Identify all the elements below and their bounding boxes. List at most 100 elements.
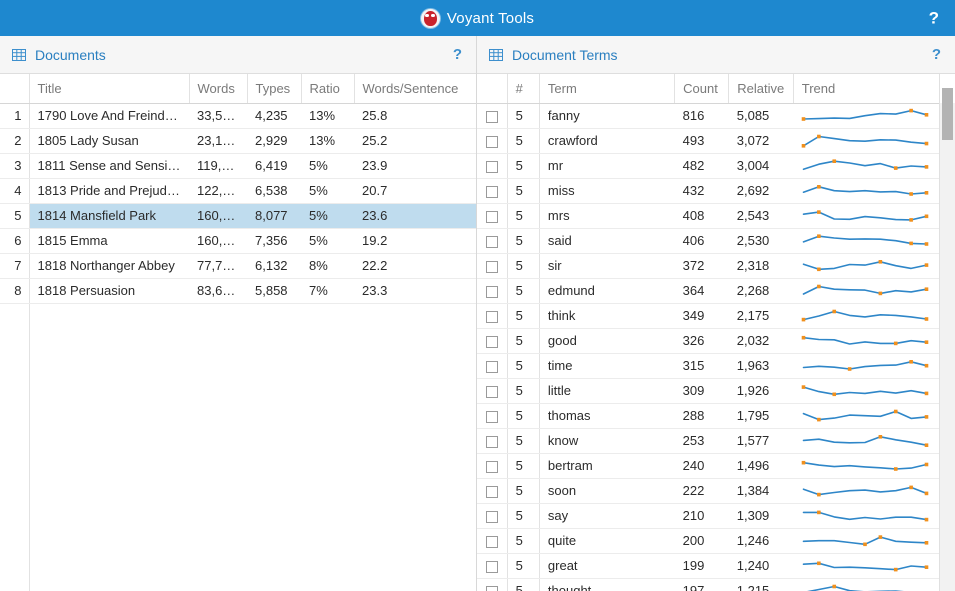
table-row[interactable]: 5 crawford 493 3,072 xyxy=(477,128,939,154)
trend-point-marker xyxy=(924,564,929,569)
table-row[interactable]: 8 1818 Persuasion 83,6… 5,858 7% 23.3 xyxy=(0,278,476,304)
col-header-doc-number[interactable]: # xyxy=(507,74,540,104)
term-checkbox[interactable] xyxy=(485,485,498,498)
document-row-ratio: 5% xyxy=(301,228,354,254)
scrollbar-thumb[interactable] xyxy=(941,88,953,140)
trend-point-marker xyxy=(909,191,914,196)
term-row-checkbox-cell xyxy=(477,353,508,379)
document-row-ratio: 5% xyxy=(301,203,354,229)
term-checkbox[interactable] xyxy=(485,285,498,298)
app-help-icon[interactable]: ? xyxy=(929,10,939,27)
table-row[interactable]: 7 1818 Northanger Abbey 77,7… 6,132 8% 22.2 xyxy=(0,253,476,279)
col-header-ratio[interactable]: Ratio xyxy=(301,74,355,104)
term-checkbox[interactable] xyxy=(485,385,498,398)
term-row-doc-number: 5 xyxy=(507,328,540,354)
documents-panel: Documents ? Title Words Types Ratio Word… xyxy=(0,36,477,591)
document-terms-table: # Term Count Relative Trend 5 fanny 816 5,0… xyxy=(477,74,939,591)
trend-point-marker xyxy=(924,339,929,344)
table-row[interactable]: 5 fanny 816 5,085 xyxy=(477,103,939,129)
col-header-words[interactable]: Words xyxy=(189,74,248,104)
term-checkbox[interactable] xyxy=(485,585,498,591)
documents-table-head: Title Words Types Ratio Words/Sentence xyxy=(0,74,476,104)
table-row[interactable]: 5 great 199 1,240 xyxy=(477,553,939,579)
term-checkbox[interactable] xyxy=(485,235,498,248)
table-row[interactable]: 5 miss 432 2,692 xyxy=(477,178,939,204)
documents-help-icon[interactable]: ? xyxy=(453,47,462,62)
document-row-types: 6,419 xyxy=(247,153,301,179)
term-checkbox[interactable] xyxy=(485,460,498,473)
col-header-checkbox[interactable] xyxy=(477,74,508,104)
table-row[interactable]: 5 little 309 1,926 xyxy=(477,378,939,404)
term-row-trend-cell xyxy=(793,453,939,479)
table-row[interactable]: 5 mrs 408 2,543 xyxy=(477,203,939,229)
document-terms-scrollbar[interactable] xyxy=(938,74,955,591)
table-row[interactable]: 6 1815 Emma 160,… 7,356 5% 19.2 xyxy=(0,228,476,254)
term-checkbox[interactable] xyxy=(485,510,498,523)
term-row-count: 210 xyxy=(674,503,729,529)
col-header-term[interactable]: Term xyxy=(539,74,676,104)
term-checkbox[interactable] xyxy=(485,360,498,373)
term-row-count: 199 xyxy=(674,553,729,579)
table-row[interactable]: 5 say 210 1,309 xyxy=(477,503,939,529)
term-checkbox[interactable] xyxy=(485,160,498,173)
table-row[interactable]: 5 sir 372 2,318 xyxy=(477,253,939,279)
term-checkbox[interactable] xyxy=(485,560,498,573)
document-terms-table-head: # Term Count Relative Trend xyxy=(477,74,939,104)
documents-panel-title: Documents xyxy=(35,46,106,63)
document-row-index: 4 xyxy=(0,178,30,204)
col-header-words-per-sentence[interactable]: Words/Sentence xyxy=(354,74,476,104)
term-row-relative: 3,004 xyxy=(728,153,794,179)
table-row[interactable]: 5 soon 222 1,384 xyxy=(477,478,939,504)
term-row-relative: 2,268 xyxy=(728,278,794,304)
trend-sparkline xyxy=(802,359,929,371)
term-row-term: crawford xyxy=(539,128,675,154)
table-row[interactable]: 5 thought 197 1,215 xyxy=(477,578,939,591)
table-row[interactable]: 5 mr 482 3,004 xyxy=(477,153,939,179)
table-row[interactable]: 5 1814 Mansfield Park 160,… 8,077 5% 23.6 xyxy=(0,203,476,229)
table-row[interactable]: 4 1813 Pride and Prejudice 122,… 6,538 5% 20.… xyxy=(0,178,476,204)
trend-sparkline xyxy=(802,485,929,496)
trend-point-marker xyxy=(909,217,914,222)
trend-point-marker xyxy=(924,190,929,195)
term-checkbox[interactable] xyxy=(485,335,498,348)
table-row[interactable]: 5 thomas 288 1,795 xyxy=(477,403,939,429)
table-row[interactable]: 3 1811 Sense and Sensi… 119,… 6,419 5% 23.9 xyxy=(0,153,476,179)
table-row[interactable]: 1 1790 Love And Freind… 33,5… 4,235 13% 25.8 xyxy=(0,103,476,129)
table-row[interactable]: 5 good 326 2,032 xyxy=(477,328,939,354)
col-header-title[interactable]: Title xyxy=(29,74,190,104)
term-row-count: 240 xyxy=(674,453,729,479)
term-row-trend-cell xyxy=(793,153,939,179)
col-header-types[interactable]: Types xyxy=(247,74,302,104)
table-row[interactable]: 5 know 253 1,577 xyxy=(477,428,939,454)
term-checkbox[interactable] xyxy=(485,135,498,148)
document-terms-help-icon[interactable]: ? xyxy=(932,47,941,62)
table-row[interactable]: 5 think 349 2,175 xyxy=(477,303,939,329)
col-header-count[interactable]: Count xyxy=(674,74,730,104)
term-checkbox[interactable] xyxy=(485,210,498,223)
table-row[interactable]: 5 bertram 240 1,496 xyxy=(477,453,939,479)
table-row[interactable]: 5 quite 200 1,246 xyxy=(477,528,939,554)
table-row[interactable]: 5 time 315 1,963 xyxy=(477,353,939,379)
term-checkbox[interactable] xyxy=(485,110,498,123)
term-row-checkbox-cell xyxy=(477,378,508,404)
col-header-index[interactable] xyxy=(0,74,30,104)
term-row-trend-cell xyxy=(793,228,939,254)
term-row-trend-cell xyxy=(793,528,939,554)
term-checkbox[interactable] xyxy=(485,410,498,423)
term-checkbox[interactable] xyxy=(485,185,498,198)
term-checkbox[interactable] xyxy=(485,535,498,548)
table-row[interactable]: 2 1805 Lady Susan 23,1… 2,929 13% 25.2 xyxy=(0,128,476,154)
term-row-relative: 2,318 xyxy=(728,253,794,279)
term-row-doc-number: 5 xyxy=(507,203,540,229)
table-row[interactable]: 5 edmund 364 2,268 xyxy=(477,278,939,304)
col-header-trend[interactable]: Trend xyxy=(793,74,939,104)
trend-point-marker xyxy=(924,414,929,419)
trend-point-marker xyxy=(909,359,914,364)
table-row[interactable]: 5 said 406 2,530 xyxy=(477,228,939,254)
trend-point-marker xyxy=(817,233,821,238)
col-header-relative[interactable]: Relative xyxy=(728,74,794,104)
term-checkbox[interactable] xyxy=(485,435,498,448)
trend-point-marker xyxy=(832,584,837,588)
term-checkbox[interactable] xyxy=(485,310,498,323)
term-checkbox[interactable] xyxy=(485,260,498,273)
